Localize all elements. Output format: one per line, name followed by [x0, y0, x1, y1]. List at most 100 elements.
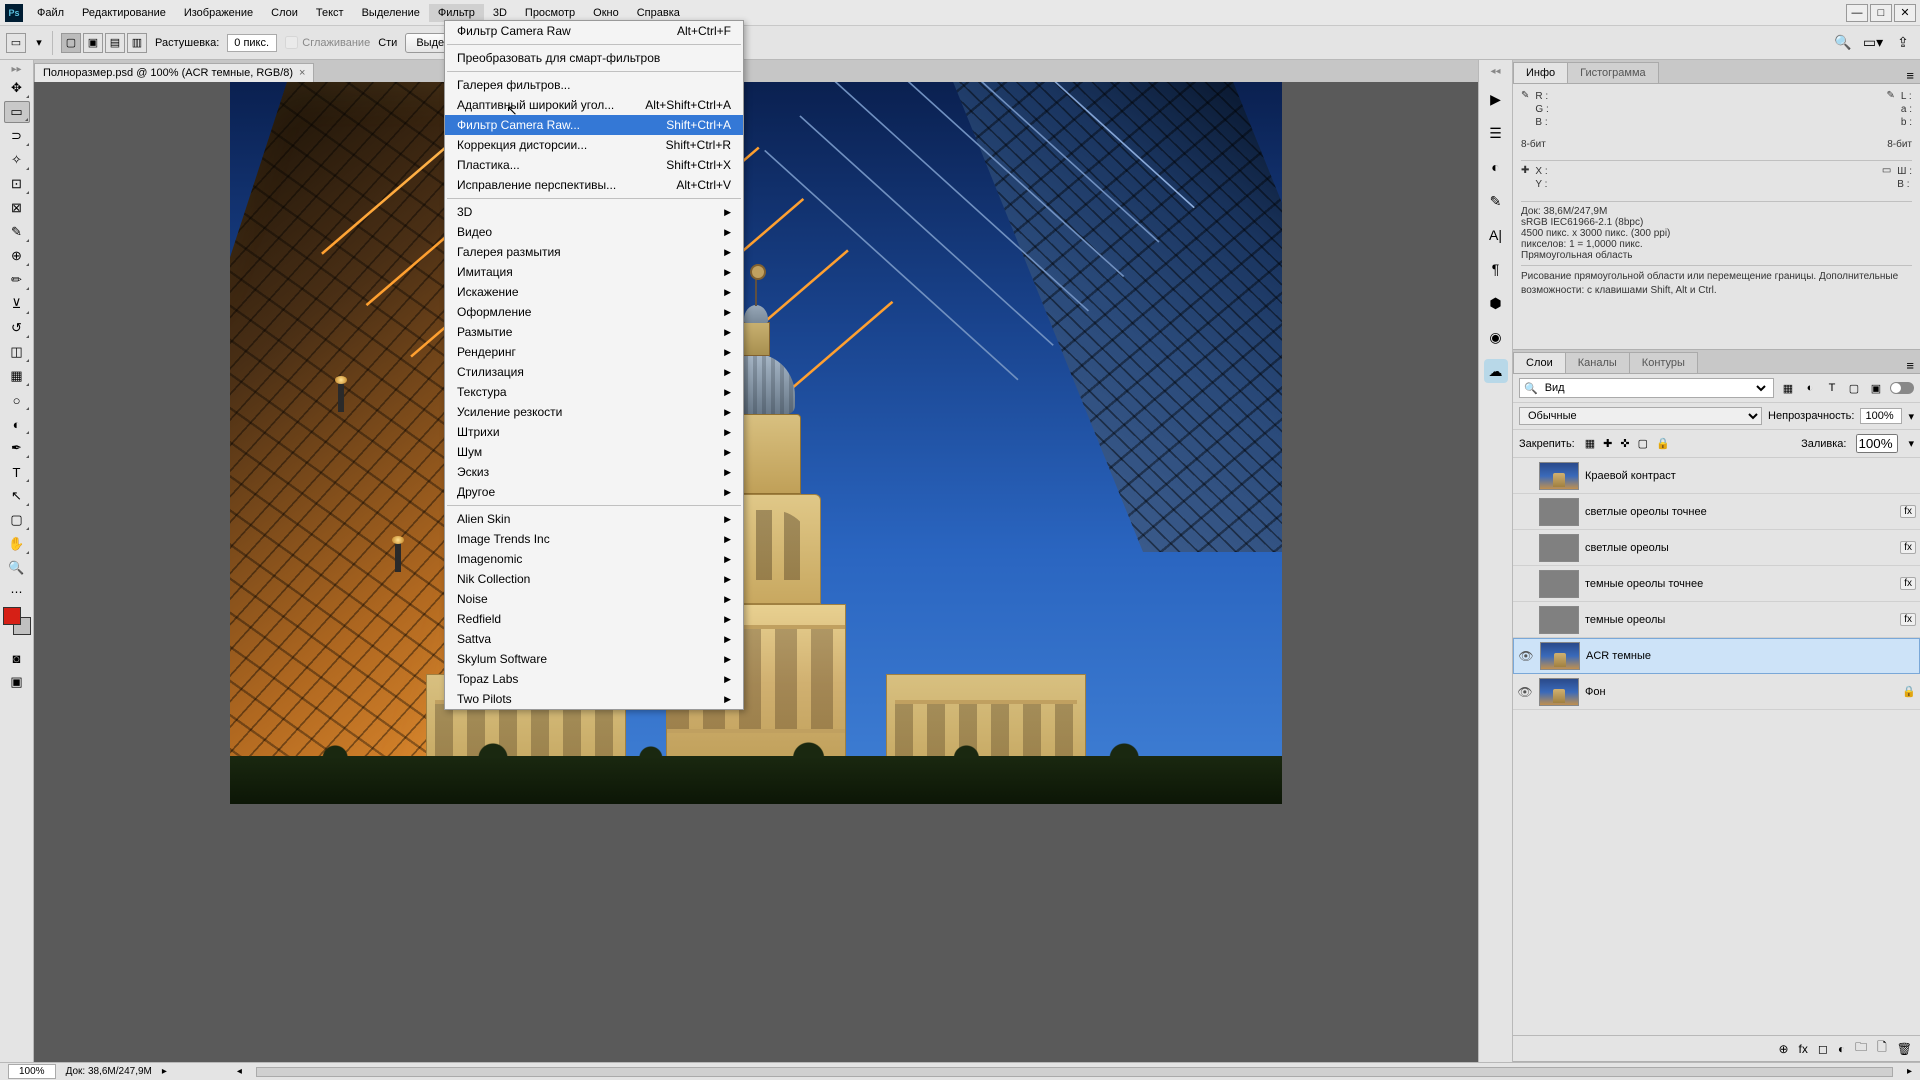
fx-badge[interactable]: fx [1900, 613, 1916, 626]
close-button[interactable]: ✕ [1894, 4, 1916, 22]
tab-channels[interactable]: Каналы [1565, 352, 1630, 373]
color-swatch[interactable] [3, 607, 31, 635]
menu-item[interactable]: Другое▶ [445, 482, 743, 502]
lock-artboard-icon[interactable]: ▢ [1638, 437, 1648, 450]
lock-icon[interactable]: 🔒 [1656, 437, 1670, 450]
canvas-viewport[interactable] [34, 82, 1478, 1062]
brushes-icon[interactable]: ✎ [1484, 189, 1508, 213]
menu-item[interactable]: 3D▶ [445, 202, 743, 222]
eyedropper-tool[interactable]: ✎ [4, 221, 30, 243]
menu-item[interactable]: Штрихи▶ [445, 422, 743, 442]
layer-row[interactable]: 👁Фон🔒 [1513, 674, 1920, 710]
group-icon[interactable]: 🗀 [1855, 1038, 1867, 1059]
tab-layers[interactable]: Слои [1513, 352, 1566, 373]
new-layer-icon[interactable]: 🗋 [1877, 1038, 1887, 1059]
filter-smart-icon[interactable]: ▣ [1868, 380, 1884, 396]
selection-add-icon[interactable]: ▣ [83, 33, 103, 53]
path-tool[interactable]: ↖ [4, 485, 30, 507]
menu-item[interactable]: Стилизация▶ [445, 362, 743, 382]
fx-badge[interactable]: fx [1900, 541, 1916, 554]
close-tab-icon[interactable]: × [299, 67, 305, 79]
menu-item[interactable]: Галерея размытия▶ [445, 242, 743, 262]
gradient-tool[interactable]: ▦ [4, 365, 30, 387]
link-layers-icon[interactable]: ⊕ [1778, 1042, 1788, 1056]
character-icon[interactable]: A| [1484, 223, 1508, 247]
marquee-tool[interactable]: ▭ [4, 101, 30, 123]
fx-badge[interactable]: fx [1900, 505, 1916, 518]
magic-wand-tool[interactable]: ✧ [4, 149, 30, 171]
blend-mode-select[interactable]: Обычные [1519, 407, 1762, 425]
menu-текст[interactable]: Текст [307, 4, 353, 22]
menu-item[interactable]: Исправление перспективы...Alt+Ctrl+V [445, 175, 743, 195]
frame-tool[interactable]: ⊠ [4, 197, 30, 219]
marquee-tool-icon[interactable]: ▭ [6, 33, 26, 53]
layer-row[interactable]: темные ореолыfx [1513, 602, 1920, 638]
selection-intersect-icon[interactable]: ▥ [127, 33, 147, 53]
lock-all-icon[interactable]: ▦ [1585, 437, 1595, 450]
filter-toggle[interactable] [1890, 382, 1914, 394]
lasso-tool[interactable]: ⊃ [4, 125, 30, 147]
brush-tool[interactable]: ✏ [4, 269, 30, 291]
eraser-tool[interactable]: ◫ [4, 341, 30, 363]
search-icon[interactable]: 🔍 [1832, 32, 1854, 54]
measure-icon[interactable]: ◉ [1484, 325, 1508, 349]
layer-row[interactable]: 👁ACR темные [1513, 638, 1920, 674]
hand-tool[interactable]: ✋ [4, 533, 30, 555]
visibility-icon[interactable]: 👁 [1517, 685, 1533, 699]
menu-файл[interactable]: Файл [28, 4, 73, 22]
menu-item[interactable]: Искажение▶ [445, 282, 743, 302]
menu-item[interactable]: Галерея фильтров... [445, 75, 743, 95]
opacity-input[interactable] [1860, 408, 1902, 424]
menu-справка[interactable]: Справка [628, 4, 689, 22]
menu-item[interactable]: Nik Collection▶ [445, 569, 743, 589]
scrollbar-h[interactable] [256, 1067, 1893, 1077]
filter-pixel-icon[interactable]: ▦ [1780, 380, 1796, 396]
menu-item[interactable]: Фильтр Camera RawAlt+Ctrl+F [445, 21, 743, 41]
feather-input[interactable]: 0 пикс. [227, 34, 277, 52]
menu-item[interactable]: Шум▶ [445, 442, 743, 462]
menu-item[interactable]: Эскиз▶ [445, 462, 743, 482]
stamp-tool[interactable]: ⊻ [4, 293, 30, 315]
shape-tool[interactable]: ▢ [4, 509, 30, 531]
move-tool[interactable]: ✥ [4, 77, 30, 99]
blur-tool[interactable]: ○ [4, 389, 30, 411]
panel-menu-icon[interactable]: ≡ [1900, 358, 1920, 373]
layer-row[interactable]: светлые ореолыfx [1513, 530, 1920, 566]
menu-item[interactable]: Рендеринг▶ [445, 342, 743, 362]
pen-tool[interactable]: ✒ [4, 437, 30, 459]
tab-histogram[interactable]: Гистограмма [1567, 62, 1659, 83]
menu-item[interactable]: Noise▶ [445, 589, 743, 609]
quickmask-icon[interactable]: ◙ [4, 647, 30, 669]
menu-редактирование[interactable]: Редактирование [73, 4, 175, 22]
lock-pixels-icon[interactable]: ✜ [1620, 437, 1629, 450]
document-tab[interactable]: Полноразмер.psd @ 100% (ACR темные, RGB/… [34, 63, 314, 82]
menu-item[interactable]: Оформление▶ [445, 302, 743, 322]
layer-filter-kind[interactable]: 🔍Вид [1519, 378, 1774, 398]
menu-item[interactable]: Преобразовать для смарт-фильтров [445, 48, 743, 68]
menu-item[interactable]: Пластика...Shift+Ctrl+X [445, 155, 743, 175]
menu-item[interactable]: Текстура▶ [445, 382, 743, 402]
dodge-tool[interactable]: ◐ [4, 413, 30, 435]
lock-position-icon[interactable]: ✚ [1603, 437, 1612, 450]
zoom-level[interactable]: 100% [8, 1064, 56, 1079]
layer-row[interactable]: Краевой контраст [1513, 458, 1920, 494]
adjustments-icon[interactable]: ◐ [1484, 155, 1508, 179]
tab-paths[interactable]: Контуры [1629, 352, 1698, 373]
tab-info[interactable]: Инфо [1513, 62, 1568, 83]
menu-3d[interactable]: 3D [484, 4, 516, 22]
layer-mask-icon[interactable]: ◻ [1818, 1042, 1828, 1056]
menu-item[interactable]: Видео▶ [445, 222, 743, 242]
adjustment-layer-icon[interactable]: ◐ [1838, 1042, 1845, 1056]
selection-new-icon[interactable]: ▢ [61, 33, 81, 53]
menu-item[interactable]: Two Pilots▶ [445, 689, 743, 709]
layer-fx-icon[interactable]: fx [1799, 1042, 1808, 1056]
selection-subtract-icon[interactable]: ▤ [105, 33, 125, 53]
filter-adjust-icon[interactable]: ◐ [1802, 380, 1818, 396]
play-icon[interactable]: ▶ [1484, 87, 1508, 111]
menu-окно[interactable]: Окно [584, 4, 628, 22]
fill-input[interactable] [1856, 434, 1898, 453]
fx-badge[interactable]: fx [1900, 577, 1916, 590]
filter-text-icon[interactable]: T [1824, 380, 1840, 396]
menu-слои[interactable]: Слои [262, 4, 307, 22]
history-icon[interactable]: ☰ [1484, 121, 1508, 145]
